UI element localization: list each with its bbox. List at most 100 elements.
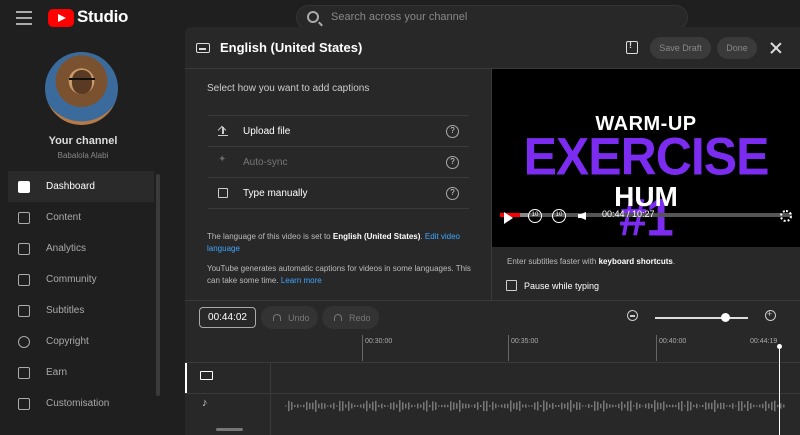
subtitles-icon [196,43,210,53]
sidebar-item-label: Community [46,274,97,285]
sidebar-item-customisation[interactable]: Customisation [8,388,154,419]
sidebar-nav: Dashboard Content Analytics Community Su… [8,171,154,419]
sidebar-item-label: Analytics [46,243,87,254]
done-button[interactable]: Done [717,37,757,59]
gear-icon[interactable] [780,210,792,222]
pane-heading: Select how you want to add captions [207,83,370,94]
play-icon[interactable] [504,212,513,224]
feedback-icon[interactable] [626,40,638,54]
learn-more-link[interactable]: Learn more [281,276,322,285]
search-icon [307,11,319,23]
brand-label[interactable]: Studio [77,7,128,27]
sidebar-item-label: Customisation [46,398,110,409]
keyboard-shortcuts-link[interactable]: keyboard shortcuts [599,257,673,266]
subtitles-icon [18,304,30,317]
ruler-tick [656,335,657,361]
dialog-title: English (United States) [220,40,363,55]
time-display: 00:44 / 10:27 [602,209,655,219]
language-note: The language of this video is set to Eng… [207,231,477,255]
ruler-tick-label: 00:35:00 [511,338,539,345]
ruler-tick-label: 00:44:19 [750,338,778,345]
close-icon[interactable] [770,42,782,54]
redo-icon [334,314,342,321]
sidebar-item-earn[interactable]: Earn [8,357,154,388]
sidebar-item-label: Content [46,212,82,223]
sidebar-item-community[interactable]: Community [8,264,154,295]
sidebar-item-label: Earn [46,367,68,378]
sidebar-item-label: Subtitles [46,305,85,316]
zoom-in-icon[interactable] [765,309,776,321]
undo-button[interactable]: Undo [261,306,318,329]
ruler-tick [362,335,363,361]
track-labels [185,363,271,435]
timecode-input[interactable]: 00:44:02 [199,307,256,328]
timeline-scrollbar[interactable] [216,428,243,431]
option-label: Upload file [243,125,291,137]
customisation-icon [18,397,30,410]
help-icon[interactable]: ? [446,186,459,200]
zoom-slider-thumb[interactable] [721,313,730,322]
ruler-tick [508,335,509,361]
youtube-logo-icon[interactable] [48,9,74,27]
audio-waveform[interactable] [285,399,785,413]
sidebar-item-content[interactable]: Content [8,202,154,233]
avatar[interactable] [45,52,118,125]
keyboard-icon [218,188,228,198]
sidebar-scrollbar[interactable] [156,174,160,396]
divider [208,208,469,209]
language-note-text: The language of this video is set to [207,232,333,241]
option-label: Auto-sync [243,156,288,168]
earn-icon [18,366,30,379]
playhead[interactable] [777,344,782,435]
dashboard-icon [18,180,30,193]
rewind-10-icon[interactable]: 10 [528,209,542,223]
shortcut-note: Enter subtitles faster with keyboard sho… [507,257,675,266]
menu-icon[interactable] [16,11,32,25]
upload-file-option[interactable]: Upload file ? [208,115,469,146]
dialog-header: English (United States) Save Draft Done [185,27,800,69]
save-draft-button[interactable]: Save Draft [650,37,711,59]
option-label: Type manually [243,187,308,199]
channel-title: Your channel [48,135,118,147]
forward-10-icon[interactable]: 10 [552,209,566,223]
auto-captions-note: YouTube generates automatic captions for… [207,263,477,287]
community-icon [18,273,30,286]
active-track-indicator [185,363,187,393]
sidebar-item-label: Dashboard [46,181,95,192]
audio-track-icon [202,397,212,410]
caption-method-pane: Select how you want to add captions Uplo… [185,69,491,300]
sidebar-item-subtitles[interactable]: Subtitles [8,295,154,326]
help-icon[interactable]: ? [446,155,459,169]
channel-name: Babalola Alabi [57,151,109,160]
redo-label: Redo [349,312,371,323]
pause-while-typing-label: Pause while typing [524,281,600,291]
sidebar-item-dashboard[interactable]: Dashboard [8,171,154,202]
sidebar-item-copyright[interactable]: Copyright [8,326,154,357]
timeline-ruler[interactable]: 00:30:00 00:35:00 00:40:00 00:44:19 [185,335,800,363]
ruler-tick-label: 00:40:00 [659,338,687,345]
auto-sync-option: Auto-sync ? [208,146,469,177]
redo-button[interactable]: Redo [322,306,379,329]
auto-captions-text: YouTube generates automatic captions for… [207,264,471,285]
undo-label: Undo [288,312,310,323]
zoom-out-icon[interactable] [627,310,638,321]
captions-dialog: English (United States) Save Draft Done … [185,27,800,435]
help-icon[interactable]: ? [446,124,459,138]
undo-icon [273,314,281,321]
sidebar-item-label: Copyright [46,336,89,347]
shortcut-note-suffix: . [672,257,676,266]
ruler-tick-label: 00:30:00 [365,338,393,345]
sidebar: Your channel Babalola Alabi Dashboard Co… [0,36,166,435]
type-manually-option[interactable]: Type manually ? [208,177,469,208]
timeline-toolbar: 00:44:02 Undo Redo [185,300,800,335]
sidebar-item-analytics[interactable]: Analytics [8,233,154,264]
search-input[interactable]: Search across your channel [331,11,467,23]
subtitles-track-icon [200,371,213,380]
divider [185,393,800,394]
shortcut-note-text: Enter subtitles faster with [507,257,599,266]
progress-buffer [520,213,528,217]
pause-while-typing-checkbox[interactable] [506,280,517,291]
sparkle-icon [218,154,228,167]
copyright-icon [18,335,30,348]
zoom-slider[interactable] [655,317,748,319]
